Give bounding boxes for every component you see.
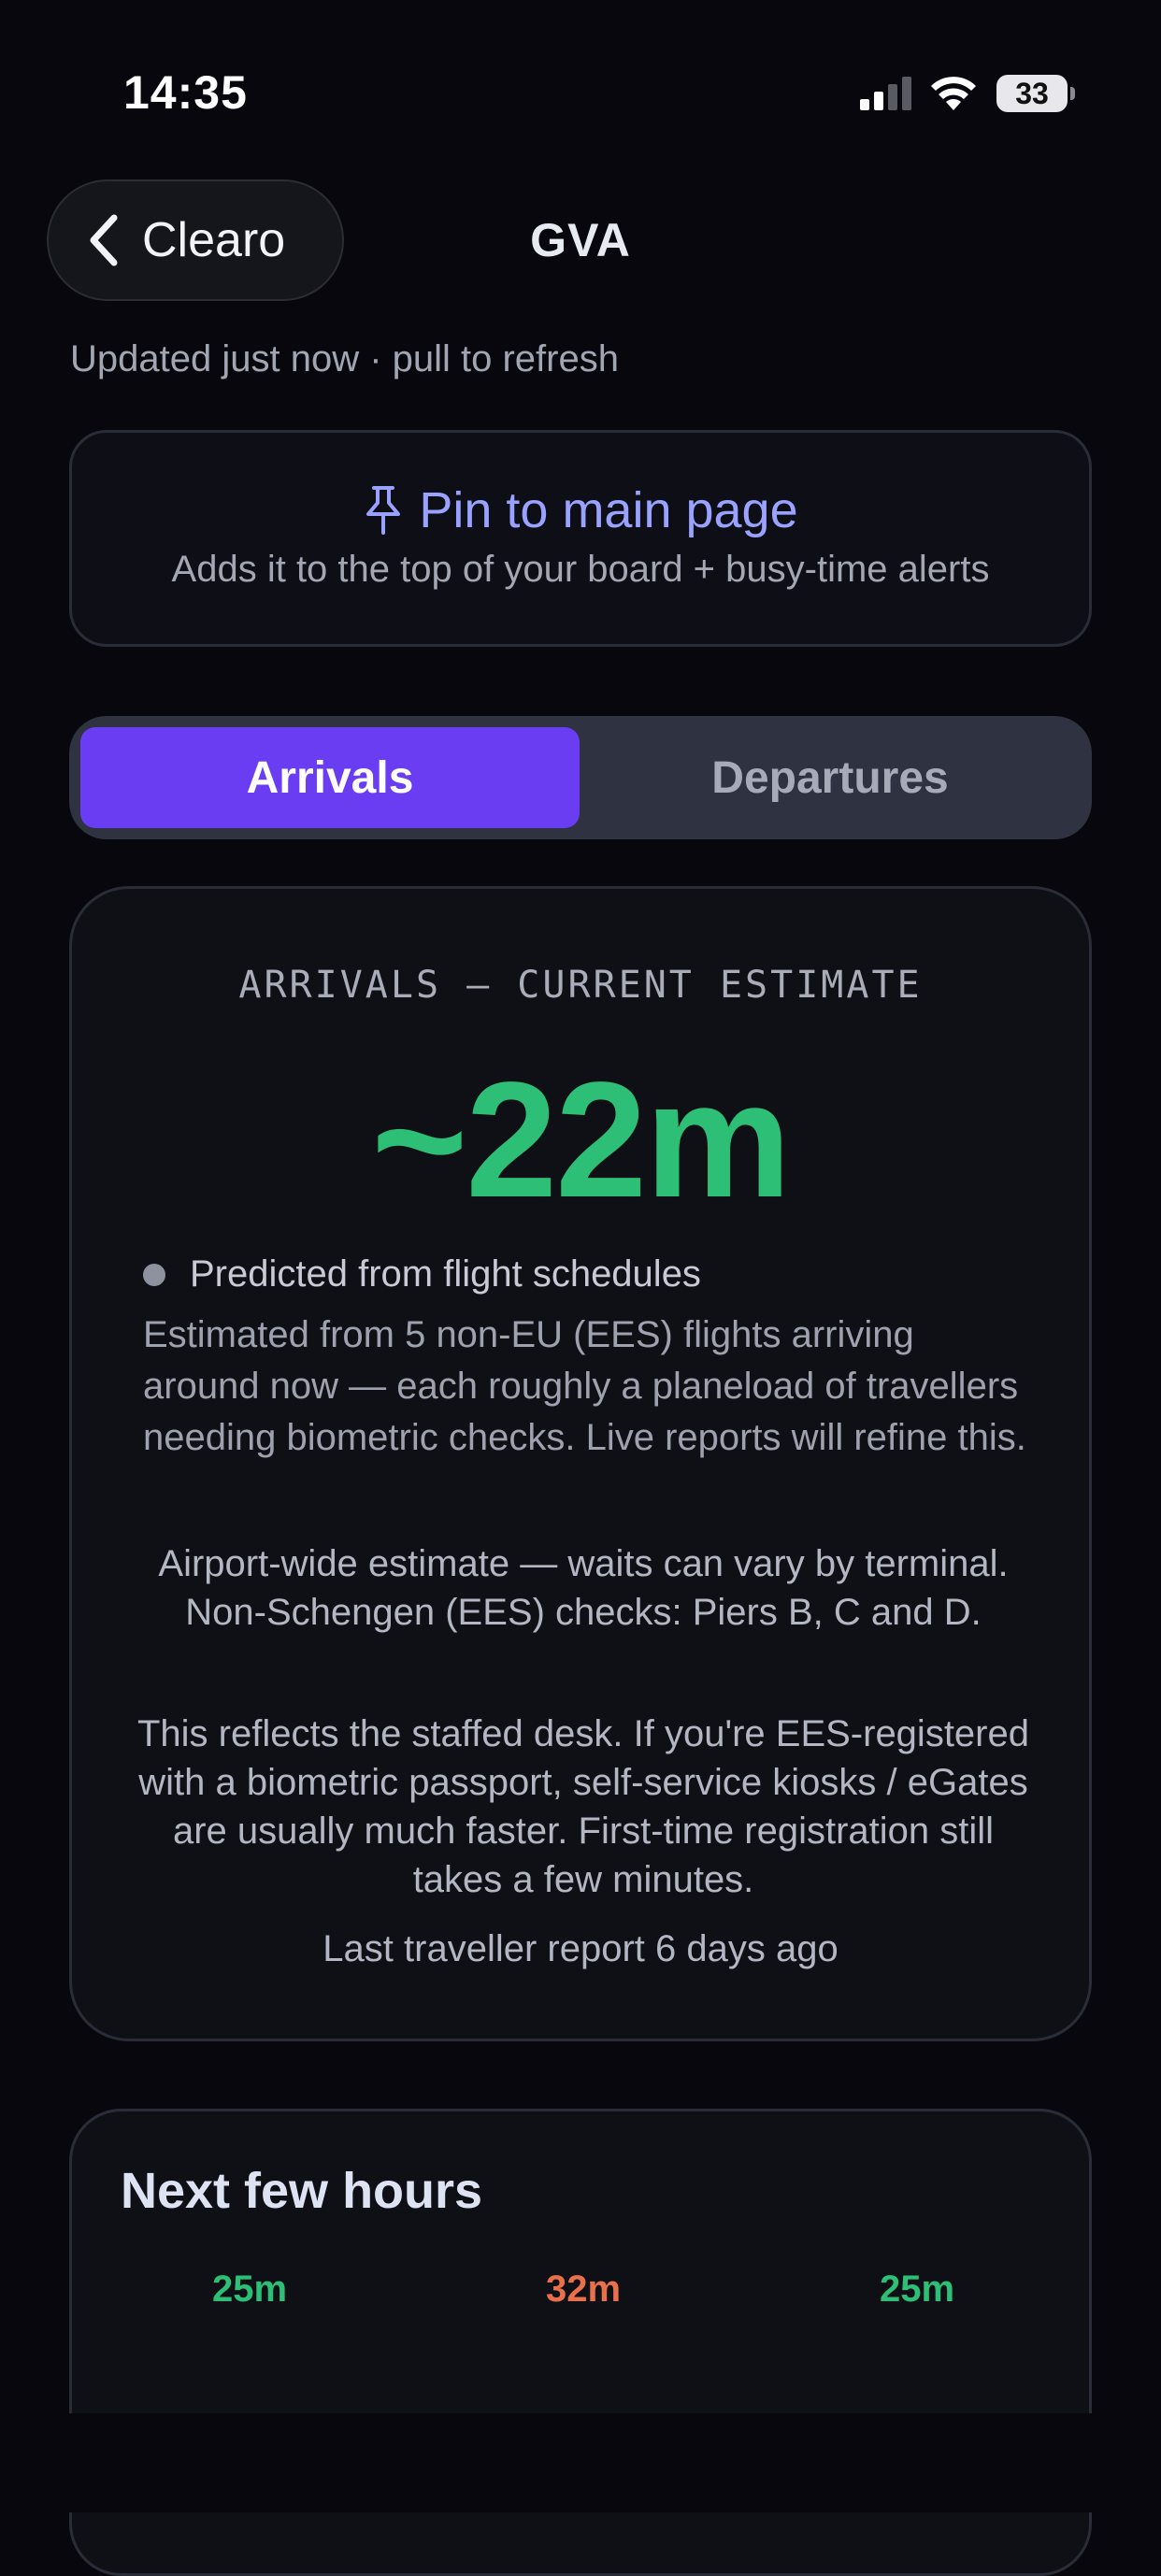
updated-status: Updated just now · pull to refresh bbox=[70, 338, 619, 379]
pin-to-main-button[interactable]: Pin to main page Adds it to the top of y… bbox=[69, 430, 1092, 647]
status-dot-icon bbox=[143, 1263, 165, 1286]
pin-title-row: Pin to main page bbox=[72, 481, 1089, 539]
pin-subtitle: Adds it to the top of your board + busy-… bbox=[171, 549, 990, 590]
last-report: Last traveller report 6 days ago bbox=[322, 1928, 838, 1969]
next-hours-value-1: 25m bbox=[211, 2268, 288, 2310]
next-hours-title: Next few hours bbox=[121, 2163, 483, 2219]
wifi-icon bbox=[931, 77, 976, 110]
tab-departures[interactable]: Departures bbox=[580, 727, 1081, 828]
tab-arrivals[interactable]: Arrivals bbox=[80, 727, 580, 828]
status-time: 14:35 bbox=[123, 66, 248, 119]
airport-wide-note: Airport-wide estimate — waits can vary b… bbox=[158, 1543, 1009, 1633]
pin-icon bbox=[366, 486, 401, 535]
staffed-desk-note: This reflects the staffed desk. If you'r… bbox=[136, 1713, 1029, 1900]
estimate-value: ~22m bbox=[371, 1049, 791, 1232]
battery-tip bbox=[1070, 87, 1075, 100]
battery-body: 33 bbox=[996, 75, 1068, 112]
signal-icon bbox=[860, 77, 911, 110]
next-hours-value-3: 25m bbox=[879, 2268, 955, 2310]
direction-toggle: Arrivals Departures bbox=[69, 716, 1092, 839]
battery-level: 33 bbox=[1015, 76, 1049, 110]
estimate-card: ARRIVALS — CURRENT ESTIMATE ~22m Predict… bbox=[69, 886, 1092, 2041]
estimate-header: ARRIVALS — CURRENT ESTIMATE bbox=[238, 964, 923, 1007]
status-bar: 14:35 33 bbox=[0, 0, 1161, 187]
prediction-source-row: Predicted from flight schedules bbox=[143, 1253, 701, 1295]
bottom-fade bbox=[0, 2413, 1161, 2512]
prediction-description: Estimated from 5 non-EU (EES) flights ar… bbox=[143, 1314, 1026, 1458]
next-hours-value-2: 32m bbox=[545, 2268, 622, 2310]
pin-title: Pin to main page bbox=[419, 482, 798, 538]
prediction-source-label: Predicted from flight schedules bbox=[190, 1253, 701, 1295]
battery-icon: 33 bbox=[996, 75, 1075, 112]
page-title: GVA bbox=[530, 214, 631, 266]
